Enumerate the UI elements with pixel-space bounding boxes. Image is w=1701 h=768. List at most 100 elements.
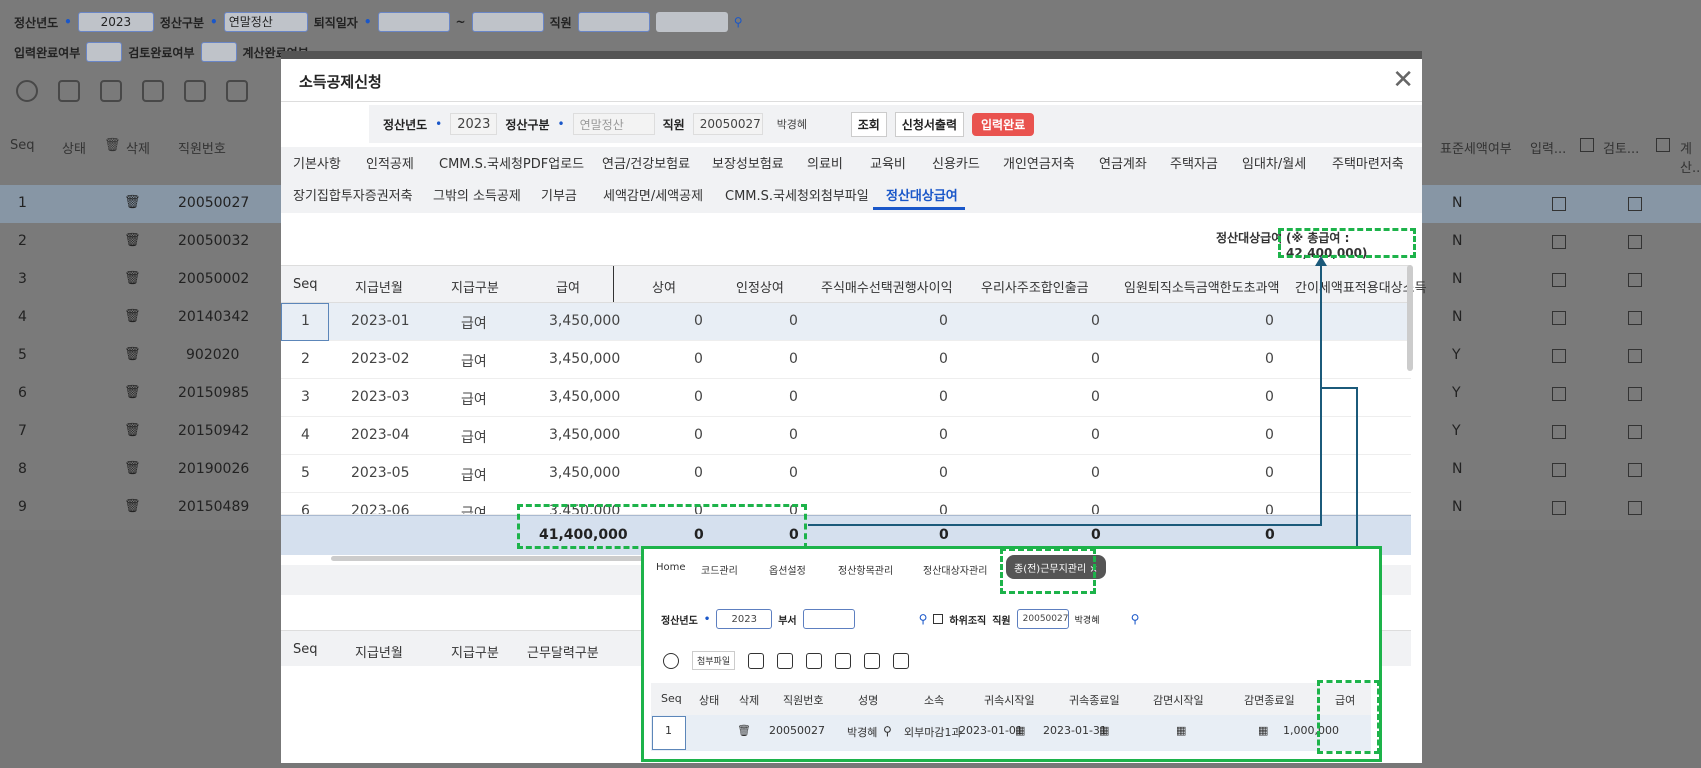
bg-type-select[interactable]: 연말정산 [223, 12, 308, 32]
annotation-total-highlight [1278, 228, 1416, 258]
modal-search-bar: 정산년도 • 2023 정산구분 • 연말정산 직원 20050027 박경혜 조회… [369, 105, 1422, 143]
search-icon[interactable] [16, 80, 38, 102]
trash-icon[interactable]: 🗑 [124, 195, 141, 210]
col-calendar: 근무달력구분 [527, 646, 599, 661]
background-toolbar [0, 80, 248, 102]
col-month: 지급년월 [355, 281, 403, 296]
table-row[interactable]: 5 2023-05 급여 3,450,000 0 0 0 0 0 [281, 455, 1411, 493]
download-icon[interactable] [184, 80, 206, 102]
annotation-tab-highlight [1000, 548, 1096, 594]
bg-emp-label: 직원 [549, 15, 572, 30]
bg-type-label: 정산구분 [159, 15, 205, 30]
tab-attachment[interactable]: CMM.S.국세청외첨부파일 [725, 185, 869, 204]
table-row[interactable]: 1 2023-01 급여 3,450,000 0 0 0 0 0 [281, 303, 1411, 341]
tab-insurance[interactable]: 보장성보험료 [712, 153, 784, 172]
tab-housing-fund[interactable]: 주택자금 [1170, 153, 1218, 172]
add-icon[interactable] [58, 80, 80, 102]
col-calc: 계산... [1680, 142, 1701, 176]
tab-other-deduction[interactable]: 그밖의 소득공제 [433, 185, 521, 204]
type-select[interactable]: 연말정산 [572, 113, 655, 135]
col-input: 입력... [1530, 142, 1567, 157]
trash-icon[interactable]: 🗑 [124, 385, 141, 400]
tab-personal-pension[interactable]: 개인연금저축 [1003, 153, 1075, 172]
emp-no-input[interactable]: 20050027 [692, 113, 763, 135]
col-delete: 삭제 [126, 142, 150, 157]
tab-rent[interactable]: 임대차/월세 [1242, 153, 1306, 172]
annotation-connector [1320, 262, 1322, 526]
scrollbar[interactable] [1407, 265, 1413, 371]
tab-housing-savings[interactable]: 주택마련저축 [1332, 153, 1404, 172]
trash-icon[interactable]: 🗑 [124, 461, 141, 476]
search-button[interactable]: 조회 [850, 111, 887, 137]
trash-icon[interactable]: 🗑 [124, 271, 141, 286]
table-row[interactable]: 3 2023-03 급여 3,450,000 0 0 0 0 0 [281, 379, 1411, 417]
search-icon[interactable]: ⚲ [734, 15, 743, 29]
bg-input-done-select[interactable] [86, 42, 123, 62]
emp-name: 박경혜 [776, 118, 808, 131]
checkbox[interactable] [1656, 138, 1670, 152]
col-seq: Seq [293, 277, 318, 292]
tab-pdf-upload[interactable]: CMM.S.국세청PDF업로드 [439, 153, 584, 172]
trash-icon[interactable]: 🗑 [124, 309, 141, 324]
col-seq: Seq [10, 138, 35, 153]
annotation-salary-highlight [1317, 680, 1380, 754]
table-row[interactable]: 2 2023-02 급여 3,450,000 0 0 0 0 0 [281, 341, 1411, 379]
tab-education[interactable]: 교육비 [870, 153, 906, 172]
tab-tax-credit[interactable]: 세액감면/세액공제 [603, 185, 703, 204]
tab-personal[interactable]: 인적공제 [366, 153, 414, 172]
col-executive: 임원퇴직소득금액한도초과액 [1124, 281, 1280, 296]
horizontal-scrollbar[interactable] [331, 556, 651, 561]
col-stock-option: 주식매수선택권행사이익 [821, 281, 953, 296]
close-icon[interactable]: ✕ [1392, 65, 1414, 95]
col-review: 검토... [1603, 142, 1640, 157]
year-input[interactable]: 2023 [450, 113, 498, 135]
divider [281, 101, 1422, 102]
tab-long-term-fund[interactable]: 장기집합투자증권저축 [293, 185, 413, 204]
upload-icon[interactable] [226, 80, 248, 102]
arrow-up-icon [1315, 256, 1327, 266]
bg-retire-from[interactable] [377, 12, 450, 32]
copy-icon[interactable] [100, 80, 122, 102]
bg-range-sep: ~ [455, 15, 466, 29]
col-month: 지급년월 [355, 646, 403, 661]
input-done-button[interactable]: 입력완료 [971, 112, 1035, 136]
bg-retire-label: 퇴직일자 [313, 15, 358, 30]
bg-review-done-label: 검토완료여부 [128, 45, 195, 60]
tab-pension-health[interactable]: 연금/건강보험료 [602, 153, 690, 172]
bg-emp-input[interactable] [577, 12, 650, 32]
save-icon[interactable] [142, 80, 164, 102]
bg-retire-to[interactable] [471, 12, 544, 32]
print-button[interactable]: 신청서출력 [894, 111, 964, 137]
tab-credit-card[interactable]: 신용카드 [932, 153, 980, 172]
modal-tabs: 기본사항 인적공제 CMM.S.국세청PDF업로드 연금/건강보험료 보장성보험… [281, 147, 1422, 213]
col-status: 상태 [62, 142, 86, 157]
col-bonus: 상여 [652, 281, 676, 296]
trash-icon: 🗑 [104, 138, 121, 153]
col-type: 지급구분 [451, 281, 499, 296]
total-salary-label: 정산대상급여 [1216, 231, 1283, 245]
tab-medical[interactable]: 의료비 [807, 153, 843, 172]
trash-icon[interactable]: 🗑 [124, 499, 141, 514]
bg-year-input[interactable]: 2023 [77, 12, 154, 32]
table-row[interactable]: 6 2023-06 급여 3,450,000 0 0 0 0 0 [281, 493, 1411, 515]
tab-donation[interactable]: 기부금 [541, 185, 577, 204]
annotation-connector [808, 524, 1322, 526]
tab-pension-account[interactable]: 연금계좌 [1099, 153, 1147, 172]
col-standard: 표준세액여부 [1440, 142, 1512, 157]
checkbox[interactable] [1580, 138, 1594, 152]
salary-grid-header: Seq 지급년월 지급구분 급여 상여 인정상여 주식매수선택권행사이익 우리사… [281, 265, 1427, 303]
trash-icon[interactable]: 🗑 [124, 233, 141, 248]
column-resize-handle[interactable] [613, 266, 614, 302]
active-tab-indicator [873, 207, 965, 210]
tab-salary-target[interactable]: 정산대상급여 [886, 185, 958, 204]
col-type: 지급구분 [451, 646, 499, 661]
col-esop: 우리사주조합인출금 [981, 281, 1089, 296]
emp-label: 직원 [662, 117, 685, 132]
table-row[interactable]: 4 2023-04 급여 3,450,000 0 0 0 0 0 [281, 417, 1411, 455]
bg-emp-name [655, 12, 728, 32]
tab-basic[interactable]: 기본사항 [293, 153, 341, 172]
col-salary: 급여 [556, 281, 580, 296]
trash-icon[interactable]: 🗑 [124, 423, 141, 438]
trash-icon[interactable]: 🗑 [124, 347, 141, 362]
bg-review-done-select[interactable] [200, 42, 237, 62]
